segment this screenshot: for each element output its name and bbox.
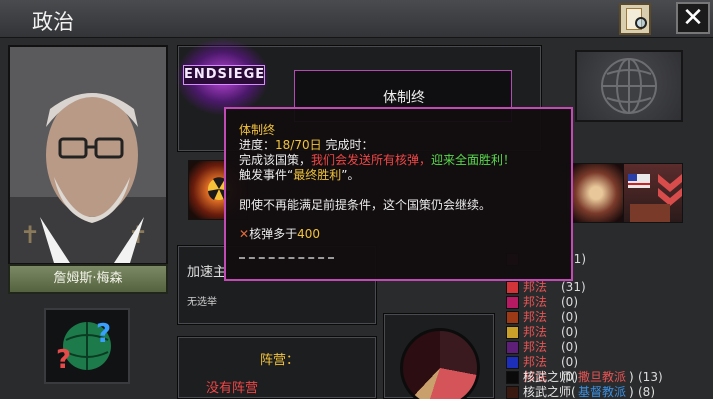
legend-paren: ) [629,370,634,384]
effect-title: 加速主 [187,265,227,280]
legend-item: 邦法 (0) [503,340,713,355]
window-title: 政治 [32,10,74,34]
progress-value: 18/70日 [275,138,322,152]
legend-label: 邦法 [523,340,548,354]
leader-name: 詹姆斯·梅森 [53,271,123,286]
legend-count: (0) [561,355,578,369]
title-bar: 政治 ✕ [0,0,713,38]
legend-count: (31) [561,280,586,294]
legend-item: 邦法 (0) [503,325,713,340]
leader-portrait[interactable]: ✝ ✝ [8,45,168,265]
legend-count: (0) [561,295,578,309]
legend-sublabel: 撒旦教派 [578,370,627,384]
legend-swatch [506,341,519,354]
effect-text-green: 迎来全面胜利！ [431,153,516,167]
legend-item: 邦法 (31) [503,280,713,295]
tooltip-event-line: 触发事件“最终胜利”。 [239,168,359,183]
tooltip-progress-line: 进度：18/70日 完成时： [239,138,373,153]
magnifier-icon [635,17,647,29]
focus-icon[interactable]: ENDSIEGE [155,38,285,116]
party-popularity-panel [383,313,495,399]
focus-badge: ENDSIEGE [183,65,265,85]
faction-panel[interactable]: 阵营： 没有阵营 [177,336,377,399]
tooltip-title: 体制终 [239,123,276,137]
legend-swatch [506,281,519,294]
legend-label: 邦法 [523,280,548,294]
condition-value: 400 [297,227,320,241]
tooltip-divider [239,257,334,259]
event-name: 最终胜利 [293,168,342,182]
legend-label: 邦法 [523,295,548,309]
effect-text: 完成该国策， [239,153,312,167]
legend-count: (0) [561,325,578,339]
legend-item: 邦法 (0) [503,295,713,310]
faction-value: 没有阵营 [206,381,259,396]
condition-failed-icon: ✕ [239,227,250,241]
legend-paren: ( [571,370,576,384]
tooltip-condition-line: ✕核弹多于400 [239,227,320,242]
close-button[interactable]: ✕ [676,2,710,34]
legend-swatch [506,296,519,309]
legend-item: 邦法 (0) [503,310,713,325]
legend-item: 邦法 (0) [503,355,713,370]
legend-paren: ( [571,385,576,399]
tooltip-continue-note: 即使不再能满足前提条件，这个国策仍会继续。 [239,198,492,212]
world-tension-panel[interactable] [575,50,683,122]
legend-swatch [506,386,519,399]
completion-label: 完成时： [325,138,374,152]
legend-swatch [506,356,519,369]
party-popularity-pie[interactable] [400,328,480,399]
legend-swatch [506,326,519,339]
focus-tooltip: 体制终 进度：18/70日 完成时： 完成该国策，我们会发送所有核弹，迎来全面胜… [224,107,573,281]
flag-chevron-icon [628,174,682,222]
legend-label: 邦法 [523,310,548,324]
legend-paren: ) [629,385,634,399]
tooltip-effect-line: 完成该国策，我们会发送所有核弹，迎来全面胜利！ [239,153,515,168]
svg-text:✝: ✝ [20,221,40,249]
condition-text: 核弹多于 [249,227,298,241]
globe-question-icon: ? ? [56,319,111,375]
svg-text:?: ? [96,319,111,349]
legend-item: 核武之师 ( 基督教派 ) (8) [503,385,713,399]
event-text-end: ”。 [341,168,360,182]
legend-swatch [506,371,519,384]
demon-spirit-icon[interactable] [566,163,626,223]
legend-count: (0) [561,340,578,354]
leader-portrait-image: ✝ ✝ [10,47,166,263]
flag-factory-spirit-icon[interactable] [623,163,683,223]
ideology-globe-button[interactable]: ? ? [44,308,130,384]
effect-subtitle: 无选举 [187,297,217,308]
event-text: 触发事件“ [239,168,294,182]
legend-sublabel: 基督教派 [578,385,627,399]
legend-swatch [506,311,519,324]
legend-count: (13) [638,370,663,384]
legend-count: (0) [561,310,578,324]
globe-icon [601,58,657,114]
legend-count: (8) [638,385,655,399]
legend-label: 核武之师 [523,370,572,384]
legend-label: 核武之师 [523,385,572,399]
current-focus-name: 体制终 [383,90,425,106]
leader-name-plate[interactable]: 詹姆斯·梅森 [8,264,168,294]
progress-label: 进度： [239,138,276,152]
effect-text-red: 我们会发送所有核弹， [311,153,432,167]
decisions-search-button[interactable] [619,3,651,35]
svg-text:?: ? [56,345,71,375]
legend-label: 邦法 [523,325,548,339]
faction-label: 阵营： [260,353,300,368]
legend-item: 核武之师 ( 撒旦教派 ) (13) [503,370,713,385]
legend-label: 邦法 [523,355,548,369]
